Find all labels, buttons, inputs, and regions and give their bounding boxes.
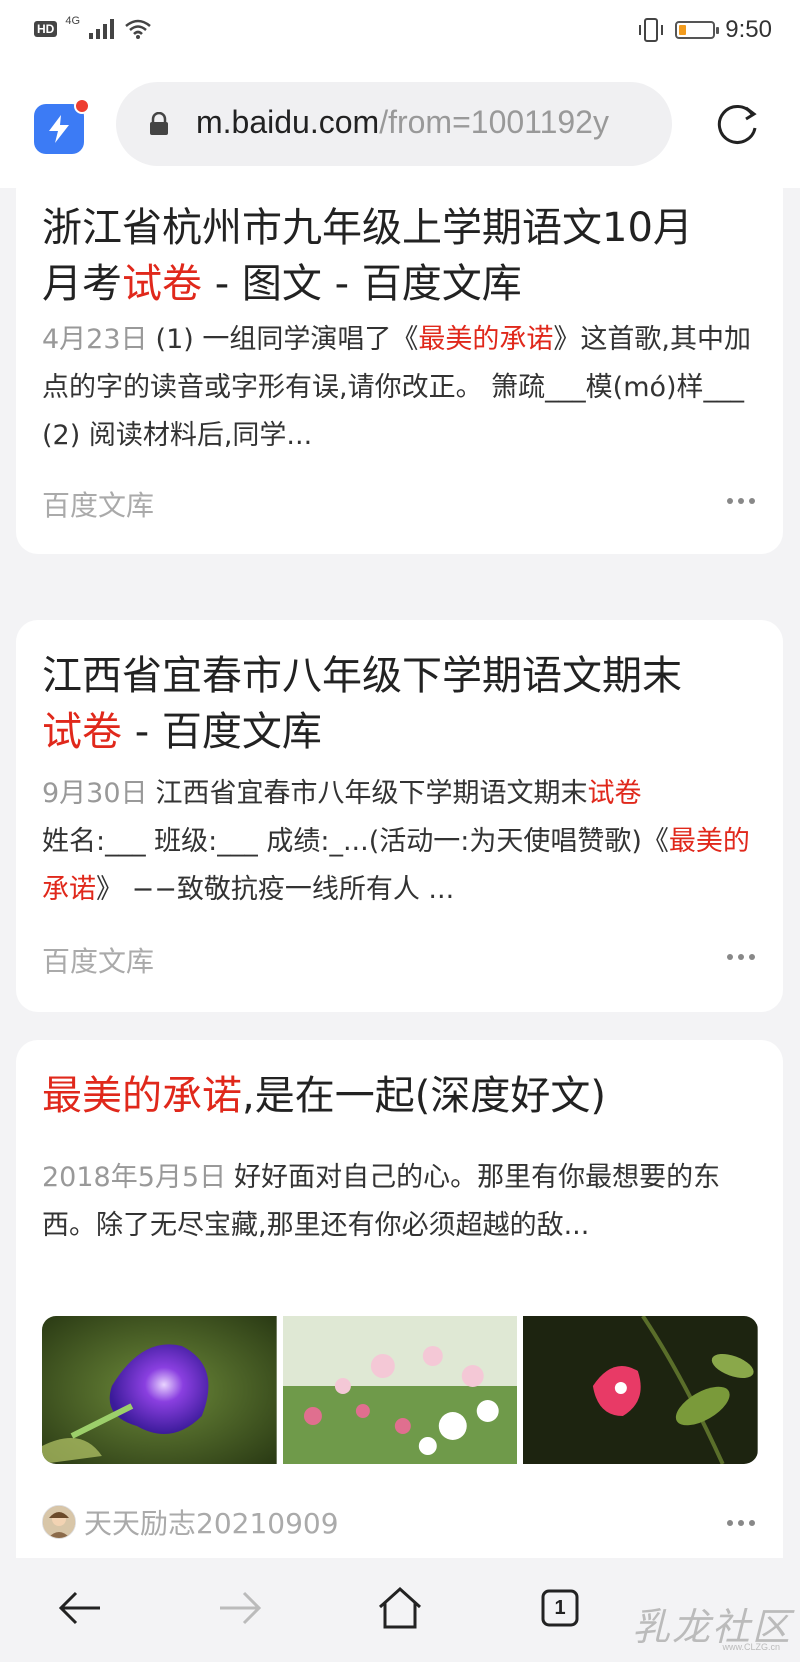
title-highlight: 试卷 [122,261,202,307]
abstract-text: 江西省宜春市八年级下学期语文期末 [155,778,588,809]
back-arrow-icon[interactable] [52,1580,108,1636]
title-highlight: 试卷 [42,709,122,755]
result-source[interactable]: 百度文库 [42,484,154,524]
watermark-url: www.CLZG.cn [722,1642,780,1652]
result-date: 2018年5月5日 [42,1162,227,1193]
results-list: 浙江省杭州市九年级上学期语文10月 月考试卷 - 图文 - 百度文库 4月23日(… [0,188,800,1558]
status-left: HD 4G [34,15,152,40]
author-avatar[interactable] [42,1505,76,1539]
wifi-icon [125,19,151,39]
battery-icon [675,21,720,39]
battery-level [679,25,686,35]
tabs-button[interactable]: 1 [532,1580,588,1636]
more-options-icon[interactable] [727,1520,755,1528]
result-card-3[interactable]: 最美的承诺,是在一起(深度好文) 2018年5月5日 好好面对自己的心。那里有你最… [16,1040,783,1558]
signal-icon [89,19,115,39]
more-options-icon[interactable] [727,498,755,506]
result-abstract: 2018年5月5日 好好面对自己的心。那里有你最想要的东西。除了无尽宝藏,那里还有… [42,1154,762,1250]
forward-arrow-icon[interactable] [212,1580,268,1636]
address-bar: m.baidu.com/from=1001192y [0,62,800,188]
title-text: - 百度文库 [122,709,322,755]
purple-morning-glory-photo[interactable] [42,1316,277,1464]
abstract-text: 》 −−致敬抗疫一线所有人 ... [96,874,455,905]
title-text: - 图文 - 百度文库 [202,261,522,307]
title-text: ,是在一起(深度好文) [242,1073,606,1119]
result-card-2[interactable]: 江西省宜春市八年级下学期语文期末 试卷 - 百度文库 9月30日 江西省宜春市八年级… [16,620,783,1012]
abstract-text: (1) 一组同学演唱了《 [155,324,419,355]
abstract-text: 姓名:___ 班级:___ 成绩:_...(活动一:为天使唱赞歌)《 [42,826,669,857]
title-highlight: 最美的承诺 [42,1073,242,1119]
vibrate-icon [639,18,664,42]
result-abstract: 9月30日 江西省宜春市八年级下学期语文期末试卷姓名:___ 班级:___ 成绩:… [42,770,762,914]
result-date: 4月23日 [42,324,148,355]
more-options-icon[interactable] [727,954,755,962]
result-source[interactable]: 百度文库 [42,940,154,980]
title-text: 月考 [42,261,122,307]
url-path: /from=1001192y [379,104,609,140]
lock-icon [150,112,168,135]
pink-cosmos-field-photo[interactable] [282,1316,518,1464]
clock: 9:50 [725,16,772,43]
abstract-highlight: 最美的承诺 [418,324,554,355]
url-field[interactable]: m.baidu.com/from=1001192y [116,82,672,166]
title-text: 江西省宜春市八年级下学期语文期末 [42,653,682,699]
result-title[interactable]: 浙江省杭州市九年级上学期语文10月 月考试卷 - 图文 - 百度文库 [42,200,757,312]
url-domain: m.baidu.com [196,104,380,140]
status-bar: HD 4G 9:50 [0,0,800,62]
result-title[interactable]: 最美的承诺,是在一起(深度好文) [42,1068,757,1124]
network-type: 4G [65,15,81,27]
result-title[interactable]: 江西省宜春市八年级下学期语文期末 试卷 - 百度文库 [42,648,757,760]
notification-dot [74,98,90,114]
reload-icon[interactable] [712,100,762,150]
result-card-1[interactable]: 浙江省杭州市九年级上学期语文10月 月考试卷 - 图文 - 百度文库 4月23日(… [16,188,783,554]
abstract-highlight: 试卷 [587,778,642,809]
tabs-count: 1 [554,1596,566,1619]
result-abstract: 4月23日 (1) 一组同学演唱了《最美的承诺》这首歌,其中加点的字的读音或字形有… [42,316,762,460]
pink-morning-glory-photo[interactable] [523,1316,758,1464]
home-icon[interactable] [372,1580,428,1636]
result-images[interactable] [42,1316,758,1464]
url-text: m.baidu.com/from=1001192y [196,104,609,141]
hd-badge: HD [34,21,58,37]
author-name[interactable]: 天天励志20210909 [84,1502,339,1542]
title-text: 浙江省杭州市九年级上学期语文10月 [42,205,693,251]
status-right: 9:50 [637,16,772,44]
lightning-bolt-icon[interactable] [34,98,90,154]
bottom-navigation: 1 乳龙社区 www.CLZG.cn [0,1558,800,1662]
result-date: 9月30日 [42,778,148,809]
